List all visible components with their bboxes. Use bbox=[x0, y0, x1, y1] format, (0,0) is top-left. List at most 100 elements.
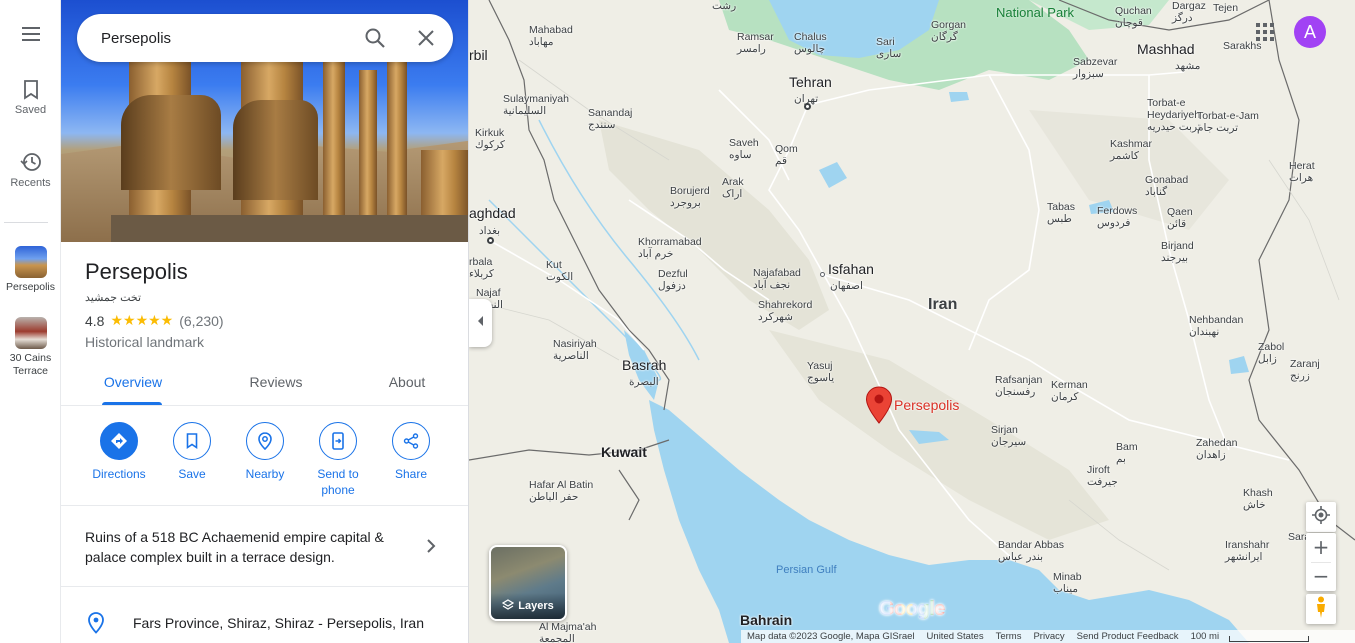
city-label[interactable]: Kerman کرمان bbox=[1051, 379, 1088, 403]
city-label[interactable]: Quchan قوچان bbox=[1115, 5, 1152, 29]
city-label[interactable]: Kashmar کاشمر bbox=[1110, 138, 1152, 162]
city-label[interactable]: Mahabad مهاباد bbox=[529, 24, 573, 48]
country-label[interactable]: Iran bbox=[928, 297, 957, 313]
city-label[interactable]: Arak اراک bbox=[722, 176, 744, 200]
city-label[interactable]: Ferdows فردوس bbox=[1097, 205, 1137, 229]
city-label[interactable]: Herat هرات bbox=[1289, 160, 1315, 184]
city-label[interactable]: Rafsanjan رفسنجان bbox=[995, 374, 1042, 398]
city-label[interactable]: Isfahan bbox=[828, 262, 874, 276]
country-label[interactable]: Bahrain bbox=[740, 613, 792, 627]
city-label[interactable]: Basrah bbox=[622, 358, 666, 372]
city-label[interactable]: Chalus چالوس bbox=[794, 31, 827, 55]
layers-button[interactable]: Layers bbox=[489, 545, 567, 621]
city-label[interactable]: Tejen bbox=[1213, 2, 1238, 14]
city-label[interactable]: Al Majma'ah المجمعة bbox=[539, 621, 596, 643]
city-label[interactable]: Qaen قائن bbox=[1167, 206, 1193, 230]
recents-button[interactable]: Recents bbox=[0, 151, 61, 189]
feedback-link[interactable]: Send Product Feedback bbox=[1077, 631, 1179, 642]
scale-bar[interactable] bbox=[1229, 635, 1310, 642]
description-row[interactable]: Ruins of a 518 BC Achaemenid empire capi… bbox=[61, 507, 468, 587]
city-label[interactable]: Kut الكوت bbox=[546, 259, 573, 283]
zoom-out-button[interactable]: − bbox=[1306, 562, 1336, 591]
city-label[interactable]: Kirkuk كركوك bbox=[475, 127, 505, 151]
city-label[interactable]: Khorramabad خرم آباد bbox=[638, 236, 702, 260]
city-label[interactable]: Nehbandan نهبندان bbox=[1189, 314, 1243, 338]
city-label[interactable]: Nasiriyah الناصرية bbox=[553, 338, 597, 362]
city-label[interactable]: Zahedan زاهدان bbox=[1196, 437, 1237, 461]
city-label[interactable]: Qom قم bbox=[775, 143, 798, 167]
city-label[interactable]: Sanandaj سنندج bbox=[588, 107, 632, 131]
saved-label: Saved bbox=[14, 104, 47, 116]
send-to-phone-button[interactable]: Send to phone bbox=[300, 422, 376, 498]
menu-button[interactable] bbox=[0, 26, 61, 46]
collapse-panel-button[interactable] bbox=[469, 299, 492, 347]
tab-about[interactable]: About bbox=[359, 364, 455, 406]
city-label[interactable]: Zabol زابل bbox=[1258, 341, 1284, 365]
close-icon[interactable] bbox=[414, 26, 438, 50]
city-label[interactable]: Dezful دزفول bbox=[658, 268, 688, 292]
country-label[interactable]: Kuwait bbox=[601, 445, 647, 459]
account-avatar[interactable]: A bbox=[1294, 16, 1326, 48]
marker-label[interactable]: Persepolis bbox=[894, 397, 959, 413]
city-label[interactable]: Sari ساری bbox=[876, 36, 901, 60]
share-button[interactable]: Share bbox=[373, 422, 449, 482]
search-icon[interactable] bbox=[363, 26, 387, 50]
address-row[interactable]: Fars Province, Shiraz, Shiraz - Persepol… bbox=[61, 598, 468, 643]
city-label[interactable]: Bam بم bbox=[1116, 441, 1138, 465]
city-label[interactable]: Jiroft جیرفت bbox=[1087, 464, 1118, 488]
street-view-pegman-button[interactable] bbox=[1306, 594, 1336, 624]
capital-label[interactable]: Tehran bbox=[789, 75, 832, 89]
apps-grid-icon[interactable] bbox=[1256, 23, 1274, 41]
park-label[interactable]: National Park bbox=[996, 6, 1074, 19]
city-label[interactable]: Zaranj زرنج bbox=[1290, 358, 1320, 382]
city-label[interactable]: Dargaz درگز bbox=[1172, 0, 1206, 24]
search-input[interactable] bbox=[101, 14, 351, 62]
city-label[interactable]: Tabas طبس bbox=[1047, 201, 1075, 225]
city-label[interactable]: Khash خاش bbox=[1243, 487, 1273, 511]
zoom-controls: + − bbox=[1306, 533, 1336, 591]
city-label[interactable]: rbil bbox=[469, 48, 488, 62]
tab-reviews[interactable]: Reviews bbox=[228, 364, 324, 406]
city-label[interactable]: Birjand بیرجند bbox=[1161, 240, 1194, 264]
map-canvas[interactable]: رشت Ramsar رامسر Chalus چالوس Sari ساری Gor… bbox=[469, 0, 1355, 643]
city-label[interactable]: Sarakhs bbox=[1223, 40, 1262, 52]
city-label[interactable]: Najafabad نجف آباد bbox=[753, 267, 801, 291]
directions-button[interactable]: Directions bbox=[81, 422, 157, 482]
city-label[interactable]: Yasuj یاسوج bbox=[807, 360, 834, 384]
tab-overview[interactable]: Overview bbox=[85, 364, 181, 406]
region-link[interactable]: United States bbox=[927, 631, 984, 642]
city-label[interactable]: Gonabad گناباد bbox=[1145, 174, 1188, 198]
save-button[interactable]: Save bbox=[154, 422, 230, 482]
privacy-link[interactable]: Privacy bbox=[1033, 631, 1064, 642]
city-label[interactable]: Hafar Al Batin حفر الباطن bbox=[529, 479, 593, 503]
city-label[interactable]: Torbat-e-Jam تربت جام bbox=[1197, 110, 1259, 134]
city-label[interactable]: Borujerd بروجرد bbox=[670, 185, 710, 209]
recent-item-persepolis[interactable]: Persepolis bbox=[0, 246, 61, 294]
city-label[interactable]: Ramsar رامسر bbox=[737, 31, 774, 55]
city-label[interactable]: aghdad bbox=[469, 206, 516, 220]
city-label[interactable]: Iranshahr ایرانشهر bbox=[1225, 539, 1269, 563]
nearby-button[interactable]: Nearby bbox=[227, 422, 303, 482]
city-label[interactable]: Gorgan گرگان bbox=[931, 19, 966, 43]
city-label[interactable]: Sabzevar سبزوار bbox=[1073, 56, 1117, 80]
city-label[interactable]: Sirjan سیرجان bbox=[991, 424, 1026, 448]
review-count[interactable]: (6,230) bbox=[179, 313, 223, 329]
city-label[interactable]: Mashhad bbox=[1137, 42, 1195, 56]
city-label[interactable]: رشت bbox=[712, 0, 736, 12]
scale-label[interactable]: 100 mi bbox=[1191, 631, 1220, 642]
city-label[interactable]: Minab میناب bbox=[1053, 571, 1082, 595]
city-label[interactable]: Sulaymaniyah السليمانية bbox=[503, 93, 569, 117]
city-label[interactable]: Torbat-e Heydariyeh تربت حیدریه bbox=[1147, 97, 1201, 133]
place-marker-icon[interactable] bbox=[865, 386, 893, 429]
place-category[interactable]: Historical landmark bbox=[85, 334, 204, 350]
saved-button[interactable]: Saved bbox=[0, 80, 61, 116]
city-label[interactable]: Saveh ساوه bbox=[729, 137, 759, 161]
terms-link[interactable]: Terms bbox=[996, 631, 1022, 642]
city-label[interactable]: Bandar Abbas بندر عباس bbox=[998, 539, 1064, 563]
city-label[interactable]: Shahrekord شهرکرد bbox=[758, 299, 812, 323]
my-location-button[interactable] bbox=[1306, 502, 1336, 532]
recent-item-cains-terrace[interactable]: 30 Cains Terrace bbox=[0, 317, 61, 378]
place-hero-photo[interactable] bbox=[61, 0, 468, 242]
city-label[interactable]: rbala كربلاء bbox=[469, 256, 494, 280]
zoom-in-button[interactable]: + bbox=[1306, 533, 1336, 562]
